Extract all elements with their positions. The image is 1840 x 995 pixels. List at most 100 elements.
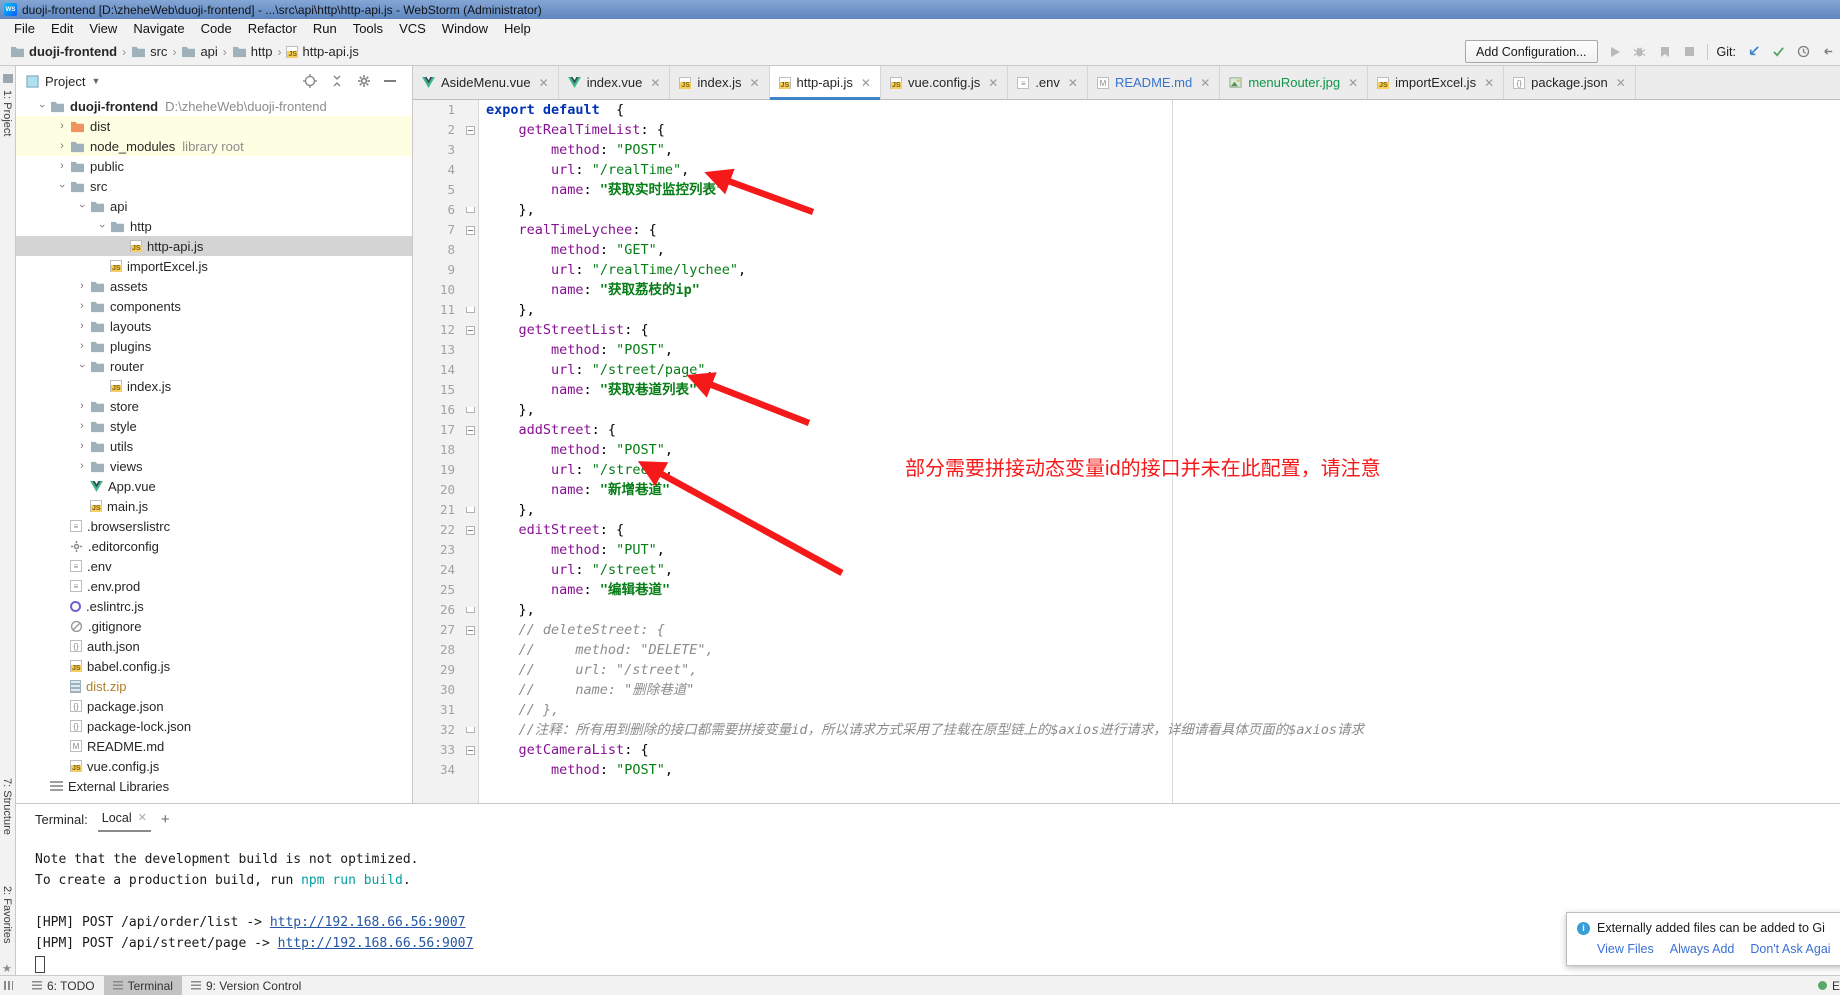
tree-item-.browserslistrc[interactable]: ≡.browserslistrc — [16, 516, 412, 536]
fold-marker[interactable] — [461, 600, 479, 620]
project-panel-header[interactable]: Project ▼ — [16, 66, 412, 96]
tree-item-nodemodules[interactable]: ›node_moduleslibrary root — [16, 136, 412, 156]
tab-close-icon[interactable]: ✕ — [539, 76, 549, 90]
fold-marker[interactable] — [461, 200, 479, 220]
tree-item-duoji-frontend[interactable]: ›duoji-frontendD:\zheheWeb\duoji-fronten… — [16, 96, 412, 116]
tree-item-ExternalLibraries[interactable]: External Libraries — [16, 776, 412, 796]
coverage-icon[interactable] — [1657, 44, 1673, 60]
notification-popup[interactable]: i Externally added files can be added to… — [1566, 912, 1840, 966]
menu-view[interactable]: View — [81, 21, 125, 36]
tree-item-public[interactable]: ›public — [16, 156, 412, 176]
chevron-right-icon[interactable]: › — [74, 460, 90, 472]
tab-vue.config.js[interactable]: JSvue.config.js✕ — [881, 66, 1008, 99]
undo-icon[interactable] — [1820, 44, 1836, 60]
tab-package.json[interactable]: {}package.json✕ — [1504, 66, 1636, 99]
menu-help[interactable]: Help — [496, 21, 539, 36]
tree-item-.editorconfig[interactable]: .editorconfig — [16, 536, 412, 556]
tab-http-api.js[interactable]: JShttp-api.js✕ — [770, 66, 881, 99]
new-terminal-icon[interactable]: + — [161, 811, 170, 828]
chevron-right-icon[interactable]: › — [74, 320, 90, 332]
add-configuration-button[interactable]: Add Configuration... — [1465, 40, 1598, 63]
breadcrumb-item[interactable]: JShttp-api.js — [286, 44, 358, 59]
menu-file[interactable]: File — [6, 21, 43, 36]
menu-navigate[interactable]: Navigate — [125, 21, 192, 36]
event-log-icon[interactable] — [1818, 981, 1827, 990]
tab-close-icon[interactable]: ✕ — [988, 76, 998, 90]
chevron-right-icon[interactable]: › — [54, 120, 70, 132]
tree-item-views[interactable]: ›views — [16, 456, 412, 476]
menu-code[interactable]: Code — [193, 21, 240, 36]
tree-item-plugins[interactable]: ›plugins — [16, 336, 412, 356]
tree-item-style[interactable]: ›style — [16, 416, 412, 436]
fold-marker[interactable] — [461, 740, 479, 760]
tab-README.md[interactable]: MREADME.md✕ — [1088, 66, 1220, 99]
tab-menuRouter.jpg[interactable]: menuRouter.jpg✕ — [1220, 66, 1368, 99]
collapse-all-icon[interactable] — [330, 75, 344, 87]
breadcrumb-item[interactable]: http — [232, 44, 273, 59]
chevron-down-icon[interactable]: › — [96, 218, 108, 234]
tab-close-icon[interactable]: ✕ — [861, 76, 871, 90]
tool-button-project[interactable]: 1: Project — [1, 90, 13, 136]
chevron-right-icon[interactable]: › — [74, 440, 90, 452]
tab-close-icon[interactable]: ✕ — [1484, 76, 1494, 90]
fold-marker[interactable] — [461, 520, 479, 540]
git-commit-icon[interactable] — [1770, 44, 1786, 60]
tab-close-icon[interactable]: ✕ — [749, 76, 759, 90]
tree-item-.env.prod[interactable]: ≡.env.prod — [16, 576, 412, 596]
tab-close-icon[interactable]: ✕ — [1200, 76, 1210, 90]
chevron-right-icon[interactable]: › — [74, 340, 90, 352]
tree-item-api[interactable]: ›api — [16, 196, 412, 216]
fold-marker[interactable] — [461, 400, 479, 420]
tree-item-vue.config.js[interactable]: JSvue.config.js — [16, 756, 412, 776]
tab-index.vue[interactable]: index.vue✕ — [559, 66, 671, 99]
tree-item-router[interactable]: ›router — [16, 356, 412, 376]
menu-edit[interactable]: Edit — [43, 21, 81, 36]
tab-AsideMenu.vue[interactable]: AsideMenu.vue✕ — [413, 66, 559, 99]
tab-close-icon[interactable]: ✕ — [1068, 76, 1078, 90]
chevron-down-icon[interactable]: › — [76, 358, 88, 374]
run-icon[interactable] — [1607, 44, 1623, 60]
fold-marker[interactable] — [461, 120, 479, 140]
fold-marker[interactable] — [461, 720, 479, 740]
tool-button-structure[interactable]: 7: Structure — [1, 778, 13, 835]
status-item-9--version-control[interactable]: 9: Version Control — [182, 976, 310, 995]
tree-item-package-lock.json[interactable]: {}package-lock.json — [16, 716, 412, 736]
debug-icon[interactable] — [1632, 44, 1648, 60]
chevron-right-icon[interactable]: › — [74, 400, 90, 412]
tree-item-dist.zip[interactable]: dist.zip — [16, 676, 412, 696]
locate-file-icon[interactable] — [303, 74, 317, 88]
breadcrumb-item[interactable]: duoji-frontend — [10, 44, 117, 59]
stop-icon[interactable] — [1682, 44, 1698, 60]
code-area[interactable]: 1export default {2 getRealTimeList: {3 m… — [413, 100, 1840, 780]
notification-action-dont-ask[interactable]: Don't Ask Agai — [1750, 942, 1830, 956]
fold-marker[interactable] — [461, 420, 479, 440]
tree-item-auth.json[interactable]: {}auth.json — [16, 636, 412, 656]
tree-item-components[interactable]: ›components — [16, 296, 412, 316]
git-update-icon[interactable] — [1745, 44, 1761, 60]
tree-item-http-api.js[interactable]: JShttp-api.js — [16, 236, 412, 256]
terminal-output[interactable]: Note that the development build is not o… — [35, 849, 1830, 975]
tree-item-store[interactable]: ›store — [16, 396, 412, 416]
menu-tools[interactable]: Tools — [345, 21, 391, 36]
tree-item-README.md[interactable]: MREADME.md — [16, 736, 412, 756]
tree-item-.gitignore[interactable]: .gitignore — [16, 616, 412, 636]
tree-item-assets[interactable]: ›assets — [16, 276, 412, 296]
chevron-right-icon[interactable]: › — [74, 280, 90, 292]
history-icon[interactable] — [1795, 44, 1811, 60]
terminal-tab-local[interactable]: Local ✕ — [98, 807, 151, 832]
terminal-cursor[interactable] — [35, 956, 45, 973]
close-icon[interactable]: ✕ — [138, 811, 147, 824]
chevron-right-icon[interactable]: › — [54, 140, 70, 152]
breadcrumb-item[interactable]: src — [131, 44, 167, 59]
tree-item-babel.config.js[interactable]: JSbabel.config.js — [16, 656, 412, 676]
tree-item-.eslintrc.js[interactable]: .eslintrc.js — [16, 596, 412, 616]
status-item-6--todo[interactable]: 6: TODO — [23, 976, 104, 995]
tree-item-utils[interactable]: ›utils — [16, 436, 412, 456]
status-item-terminal[interactable]: Terminal — [104, 976, 182, 995]
tab-close-icon[interactable]: ✕ — [1616, 76, 1626, 90]
menu-run[interactable]: Run — [305, 21, 345, 36]
tab-importExcel.js[interactable]: JSimportExcel.js✕ — [1368, 66, 1504, 99]
tree-item-src[interactable]: ›src — [16, 176, 412, 196]
menu-refactor[interactable]: Refactor — [240, 21, 305, 36]
tab-close-icon[interactable]: ✕ — [1348, 76, 1358, 90]
